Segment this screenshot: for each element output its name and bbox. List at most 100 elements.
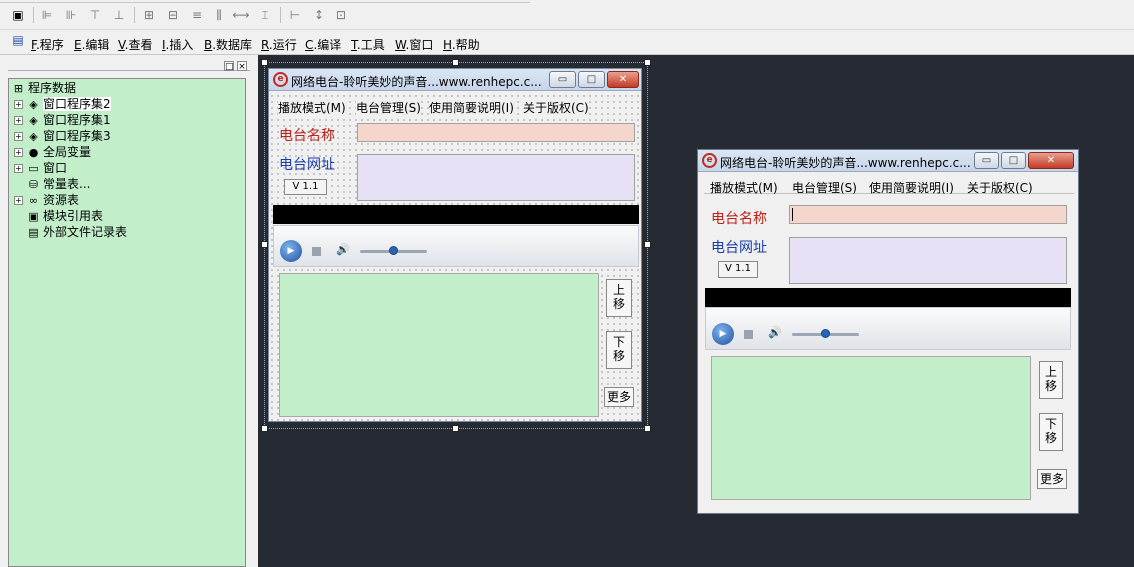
database-icon: ⊞ xyxy=(13,82,24,95)
window-icon: ▭ xyxy=(28,162,39,175)
menu-copyright[interactable]: 关于版权(C) xyxy=(523,99,589,117)
station-name-field[interactable] xyxy=(789,205,1067,224)
menu-tools[interactable]: T.工具 xyxy=(351,36,385,53)
toolbar: ▣ ⊫ ⊪ ⊤ ⊥ ⊞ ⊟ ≡ ⫼ ⟷ ⌶ ⊢ ↕ ⊡ xyxy=(0,0,1134,30)
menu-program[interactable]: F.程序 xyxy=(31,36,64,53)
panel-header: □ × xyxy=(8,59,250,72)
volume-icon[interactable]: 🔊 xyxy=(336,243,350,256)
align-top-icon[interactable]: ⊤ xyxy=(86,7,104,23)
design-window[interactable]: e 网络电台-聆听美妙的声音...www.renhepc.c... ▭ □ ✕ … xyxy=(268,68,642,422)
resize-handle[interactable] xyxy=(644,59,651,66)
play-icon[interactable]: ▶ xyxy=(280,240,302,262)
equal-width-icon[interactable]: ⟷ xyxy=(232,7,250,23)
expand-icon[interactable]: + xyxy=(14,132,23,141)
menu-usage-guide[interactable]: 使用简要说明(I) xyxy=(869,179,954,197)
close-button[interactable]: ✕ xyxy=(1028,152,1074,169)
form-icon[interactable]: ▣ xyxy=(9,7,27,23)
resize-handle[interactable] xyxy=(644,425,651,432)
station-list[interactable] xyxy=(711,356,1031,500)
tree-item[interactable]: ▣ 模块引用表 xyxy=(27,208,103,224)
menu-play-mode[interactable]: 播放模式(M) xyxy=(278,99,346,117)
variable-icon: ● xyxy=(28,146,39,159)
same-size-icon[interactable]: ⊡ xyxy=(332,7,350,23)
move-down-button[interactable]: 下 移 xyxy=(1039,413,1063,451)
menu-database[interactable]: B.数据库 xyxy=(204,36,252,53)
menu-copyright[interactable]: 关于版权(C) xyxy=(967,179,1033,197)
volume-knob[interactable] xyxy=(821,329,830,338)
menu-run[interactable]: R.运行 xyxy=(261,36,297,53)
preview-window-titlebar[interactable]: e 网络电台-聆听美妙的声音...www.renhepc.c... ▭ □ ✕ xyxy=(698,150,1078,172)
expand-icon[interactable]: + xyxy=(14,116,23,125)
tree-item[interactable]: ⛁ 常量表... xyxy=(27,176,91,192)
design-window-titlebar[interactable]: e 网络电台-聆听美妙的声音...www.renhepc.c... ▭ □ ✕ xyxy=(269,69,641,91)
space-horizontal-icon[interactable]: ⫼ xyxy=(210,7,228,23)
menu-view[interactable]: V.查看 xyxy=(118,36,153,53)
maximize-button[interactable]: □ xyxy=(1001,152,1026,169)
station-name-field[interactable] xyxy=(357,123,635,142)
space-vertical-icon[interactable]: ≡ xyxy=(188,7,206,23)
tree-item[interactable]: + ● 全局变量 xyxy=(14,144,91,160)
expand-icon[interactable]: + xyxy=(14,148,23,157)
resize-handle[interactable] xyxy=(261,59,268,66)
move-up-button[interactable]: 上 移 xyxy=(1039,361,1063,399)
resize-handle[interactable] xyxy=(644,241,651,248)
menu-station-manage[interactable]: 电台管理(S) xyxy=(356,99,421,117)
more-button[interactable]: 更多 xyxy=(1037,469,1067,489)
resize-handle[interactable] xyxy=(261,425,268,432)
tree-item[interactable]: + ◈ 窗口程序集2 xyxy=(14,96,111,112)
tree-item[interactable]: + ∞ 资源表 xyxy=(14,192,79,208)
close-button[interactable]: ✕ xyxy=(607,71,639,88)
panel-pin-button[interactable]: □ xyxy=(224,61,234,72)
menu-compile[interactable]: C.编译 xyxy=(305,36,341,53)
tree-item[interactable]: ▤ 外部文件记录表 xyxy=(27,224,127,240)
center-horizontal-icon[interactable]: ⊞ xyxy=(140,7,158,23)
expand-icon[interactable]: + xyxy=(14,196,23,205)
menu-play-mode[interactable]: 播放模式(M) xyxy=(710,179,778,197)
center-vertical-icon[interactable]: ⊟ xyxy=(164,7,182,23)
panel-close-button[interactable]: × xyxy=(237,61,247,72)
move-down-button[interactable]: 下 移 xyxy=(606,331,632,369)
tree-item[interactable]: + ◈ 窗口程序集3 xyxy=(14,128,111,144)
station-url-field[interactable] xyxy=(357,154,635,201)
tree-item[interactable]: + ◈ 窗口程序集1 xyxy=(14,112,111,128)
align-bottom-icon[interactable]: ⊥ xyxy=(110,7,128,23)
volume-icon[interactable]: 🔊 xyxy=(768,326,782,339)
volume-knob[interactable] xyxy=(389,246,398,255)
menu-insert[interactable]: I.插入 xyxy=(162,36,193,53)
minimize-button[interactable]: ▭ xyxy=(974,152,999,169)
station-url-label: 电台网址 xyxy=(279,157,335,173)
tree-root[interactable]: ⊞ 程序数据 xyxy=(12,80,76,96)
resize-handle[interactable] xyxy=(452,59,459,66)
version-button[interactable]: V 1.1 xyxy=(718,261,758,278)
menu-help[interactable]: H.帮助 xyxy=(443,36,480,53)
radio-app-icon: e xyxy=(273,72,288,87)
same-width-icon[interactable]: ⊢ xyxy=(286,7,304,23)
menu-station-manage[interactable]: 电台管理(S) xyxy=(792,179,857,197)
resize-handle[interactable] xyxy=(261,241,268,248)
stop-icon[interactable] xyxy=(744,330,753,339)
minimize-button[interactable]: ▭ xyxy=(549,71,576,88)
move-up-button[interactable]: 上 移 xyxy=(606,279,632,317)
station-list[interactable] xyxy=(279,273,599,417)
expand-icon[interactable]: + xyxy=(14,164,23,173)
preview-window[interactable]: e 网络电台-聆听美妙的声音...www.renhepc.c... ▭ □ ✕ … xyxy=(697,149,1079,514)
maximize-button[interactable]: □ xyxy=(578,71,605,88)
program-tree[interactable]: ⊞ 程序数据 + ◈ 窗口程序集2 + ◈ 窗口程序集1 + ◈ 窗口程序集3 + ● 全局变量 … xyxy=(8,78,246,567)
stop-icon[interactable] xyxy=(312,247,321,256)
resize-handle[interactable] xyxy=(452,425,459,432)
align-left-icon[interactable]: ⊫ xyxy=(38,7,56,23)
align-right-icon[interactable]: ⊪ xyxy=(62,7,80,23)
same-height-icon[interactable]: ↕ xyxy=(310,7,328,23)
play-icon[interactable]: ▶ xyxy=(712,323,734,345)
menu-edit[interactable]: E.编辑 xyxy=(74,36,109,53)
menu-window[interactable]: W.窗口 xyxy=(395,36,433,53)
equal-height-icon[interactable]: ⌶ xyxy=(256,7,274,23)
station-url-field[interactable] xyxy=(789,237,1067,284)
program-data-panel: □ × ⊞ 程序数据 + ◈ 窗口程序集2 + ◈ 窗口程序集1 + ◈ 窗口程序集3 + ● 全… xyxy=(0,55,258,567)
more-button[interactable]: 更多 xyxy=(604,387,634,407)
menu-usage-guide[interactable]: 使用简要说明(I) xyxy=(429,99,514,117)
tree-item[interactable]: + ▭ 窗口 xyxy=(14,160,67,176)
version-button[interactable]: V 1.1 xyxy=(284,179,327,195)
module-icon: ◈ xyxy=(29,114,38,127)
expand-icon[interactable]: + xyxy=(14,100,23,109)
